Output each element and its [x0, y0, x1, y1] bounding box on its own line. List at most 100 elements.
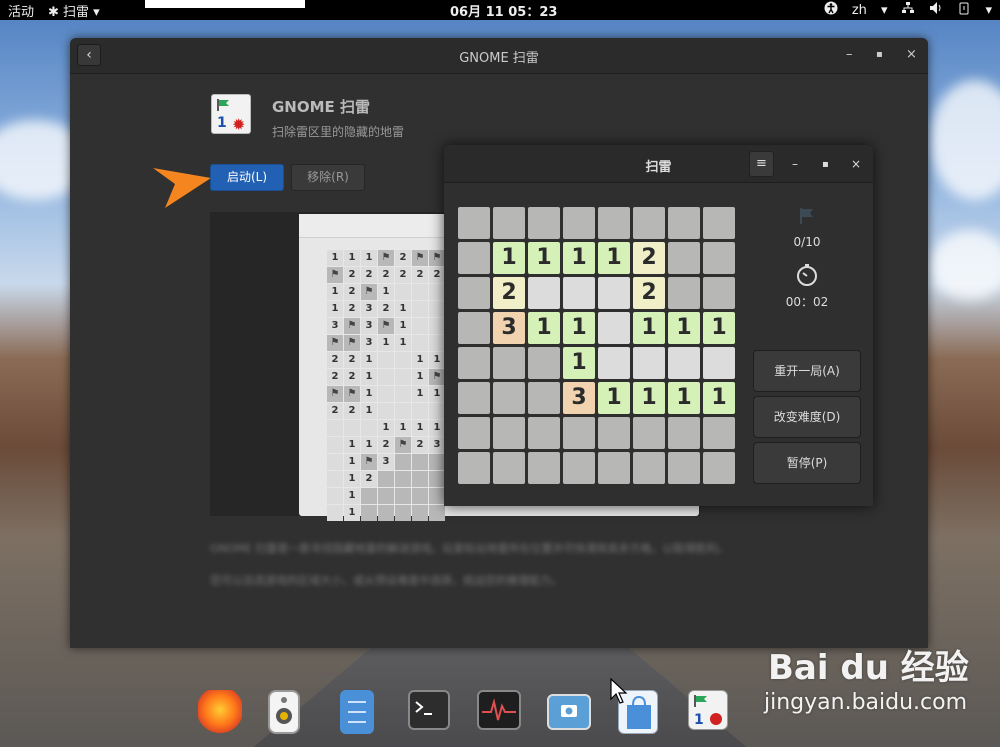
- mine-cell[interactable]: [528, 417, 560, 449]
- mine-cell[interactable]: 1: [703, 312, 735, 344]
- mine-cell[interactable]: 1: [668, 312, 700, 344]
- screenshot-cell: [429, 471, 445, 487]
- mine-cell[interactable]: [598, 207, 630, 239]
- activities-button[interactable]: 活动: [8, 1, 34, 20]
- maximize-button[interactable]: ▪: [876, 49, 883, 60]
- mine-cell[interactable]: [563, 417, 595, 449]
- mine-cell[interactable]: [458, 242, 490, 274]
- pause-button[interactable]: 暂停(P): [753, 442, 861, 484]
- mine-cell[interactable]: 1: [703, 382, 735, 414]
- mine-cell[interactable]: 2: [633, 242, 665, 274]
- mine-cell[interactable]: [703, 207, 735, 239]
- mine-cell[interactable]: [668, 347, 700, 379]
- app-name: GNOME 扫雷: [272, 98, 371, 116]
- mine-cell[interactable]: [633, 417, 665, 449]
- mines-icon[interactable]: 1: [688, 690, 728, 730]
- mine-cell[interactable]: [493, 417, 525, 449]
- minimize-button[interactable]: –: [846, 47, 853, 62]
- remove-button[interactable]: 移除(R): [291, 164, 365, 191]
- minimize-button[interactable]: –: [792, 157, 798, 171]
- mine-cell[interactable]: 1: [528, 312, 560, 344]
- hamburger-menu-button[interactable]: ≡: [749, 151, 774, 177]
- mine-cell[interactable]: [458, 417, 490, 449]
- mine-cell[interactable]: [493, 382, 525, 414]
- mine-cell[interactable]: [528, 452, 560, 484]
- mine-cell[interactable]: [633, 207, 665, 239]
- mine-cell[interactable]: [458, 347, 490, 379]
- mine-cell[interactable]: [528, 277, 560, 309]
- files-icon[interactable]: [340, 690, 374, 734]
- mine-cell[interactable]: 1: [598, 382, 630, 414]
- mine-cell[interactable]: 1: [598, 242, 630, 274]
- mine-cell[interactable]: [598, 417, 630, 449]
- screenshot-cell: ⚑: [344, 386, 360, 402]
- mine-cell[interactable]: [458, 382, 490, 414]
- mine-cell[interactable]: [668, 242, 700, 274]
- mine-cell[interactable]: [528, 347, 560, 379]
- mine-cell[interactable]: 2: [493, 277, 525, 309]
- mine-cell[interactable]: 1: [633, 312, 665, 344]
- mine-cell[interactable]: 2: [633, 277, 665, 309]
- mine-cell[interactable]: 3: [563, 382, 595, 414]
- mine-cell[interactable]: [668, 417, 700, 449]
- mine-cell[interactable]: 1: [493, 242, 525, 274]
- launch-button[interactable]: 启动(L): [210, 164, 284, 191]
- mine-cell[interactable]: [598, 277, 630, 309]
- mine-cell[interactable]: 1: [563, 347, 595, 379]
- system-monitor-icon[interactable]: [477, 690, 521, 730]
- mine-cell[interactable]: 1: [633, 382, 665, 414]
- mine-cell[interactable]: [563, 277, 595, 309]
- flag-icon: [217, 99, 229, 111]
- terminal-icon[interactable]: [408, 690, 450, 730]
- close-button[interactable]: ×: [906, 47, 917, 62]
- mine-cell[interactable]: [703, 417, 735, 449]
- mine-cell[interactable]: [493, 452, 525, 484]
- screenshot-cell: 1: [344, 437, 360, 453]
- language-indicator[interactable]: zh: [852, 3, 867, 18]
- mine-cell[interactable]: 1: [563, 242, 595, 274]
- mine-cell[interactable]: [598, 452, 630, 484]
- mine-cell[interactable]: [703, 452, 735, 484]
- mine-cell[interactable]: [528, 207, 560, 239]
- screenshot-icon[interactable]: [547, 694, 591, 730]
- mine-cell[interactable]: [633, 452, 665, 484]
- new-game-button[interactable]: 重开一局(A): [753, 350, 861, 392]
- mine-cell[interactable]: [458, 312, 490, 344]
- accessibility-icon[interactable]: [824, 1, 838, 19]
- screenshot-cell: [412, 454, 428, 470]
- mine-cell[interactable]: [493, 207, 525, 239]
- maximize-button[interactable]: ▪: [822, 159, 829, 170]
- mine-cell[interactable]: [703, 277, 735, 309]
- change-difficulty-button[interactable]: 改变难度(D): [753, 396, 861, 438]
- mine-cell[interactable]: 1: [563, 312, 595, 344]
- mine-cell[interactable]: 1: [528, 242, 560, 274]
- rhythmbox-icon[interactable]: [268, 690, 300, 734]
- app-menu[interactable]: ✱ 扫雷 ▾: [48, 1, 100, 20]
- redaction-block: [145, 0, 305, 8]
- screenshot-cell: 1: [429, 352, 445, 368]
- mine-cell[interactable]: [703, 347, 735, 379]
- mine-cell[interactable]: [598, 347, 630, 379]
- mine-cell[interactable]: [668, 452, 700, 484]
- mine-cell[interactable]: [668, 277, 700, 309]
- mine-cell[interactable]: 1: [668, 382, 700, 414]
- clock[interactable]: 06月 11 05：23: [450, 1, 557, 20]
- mine-cell[interactable]: [703, 242, 735, 274]
- mine-cell[interactable]: [598, 312, 630, 344]
- mine-cell[interactable]: 3: [493, 312, 525, 344]
- mine-field[interactable]: 1111222311111131111: [458, 207, 735, 484]
- firefox-icon[interactable]: [198, 690, 242, 734]
- svg-text:1: 1: [694, 712, 704, 728]
- mine-cell[interactable]: [633, 347, 665, 379]
- close-button[interactable]: ×: [851, 157, 861, 171]
- mine-cell[interactable]: [458, 207, 490, 239]
- mine-cell[interactable]: [668, 207, 700, 239]
- mine-cell[interactable]: [563, 452, 595, 484]
- mine-cell[interactable]: [528, 382, 560, 414]
- system-tray[interactable]: zh ▾ ▾: [824, 1, 992, 19]
- mine-cell[interactable]: [458, 452, 490, 484]
- mine-cell[interactable]: [458, 277, 490, 309]
- mine-cell[interactable]: [563, 207, 595, 239]
- screenshot-cell: ⚑: [327, 267, 343, 283]
- mine-cell[interactable]: [493, 347, 525, 379]
